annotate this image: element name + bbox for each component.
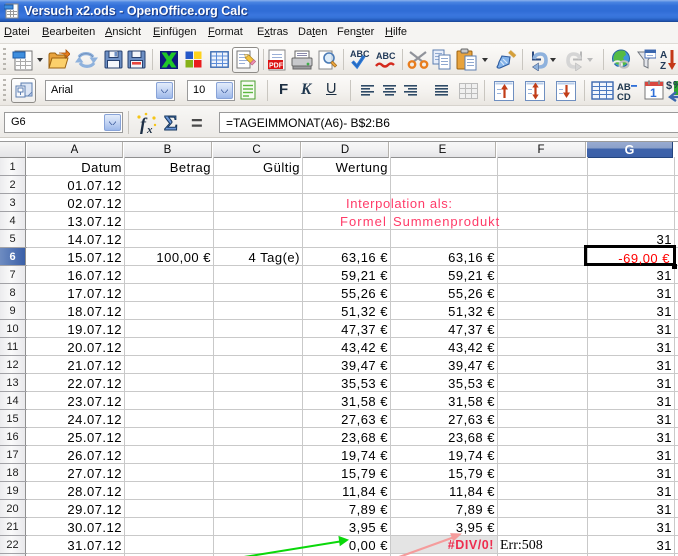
svg-text:1: 1 [650,86,657,100]
svg-text:x: x [146,124,153,136]
svg-text:ABC: ABC [350,49,370,59]
svg-text:ABC: ABC [376,51,396,61]
svg-text:Z: Z [660,61,666,72]
svg-text:$: $ [666,80,672,92]
svg-text:A: A [660,50,667,61]
svg-text:%: % [673,80,678,91]
svg-text:CD: CD [617,92,631,101]
svg-text:=: = [191,113,203,135]
svg-text:Σ: Σ [164,111,178,135]
svg-text:PDF: PDF [269,63,284,70]
